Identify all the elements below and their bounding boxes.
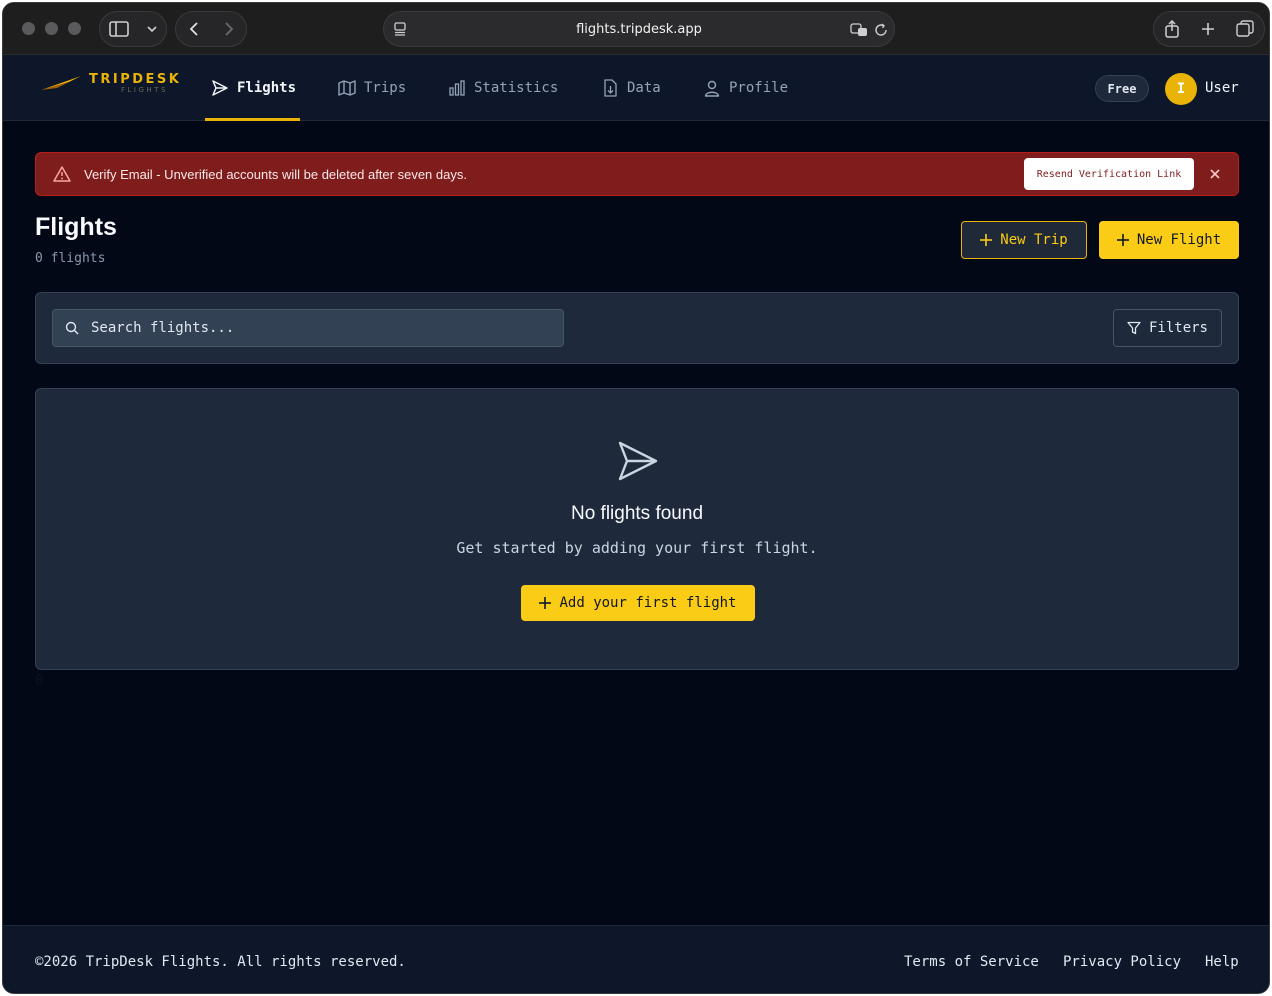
plane-wing-logo-icon — [41, 75, 81, 90]
nav-item-trips[interactable]: Trips — [338, 55, 406, 121]
close-icon[interactable] — [1208, 167, 1222, 181]
window-close-button[interactable] — [22, 22, 35, 35]
avatar[interactable]: I — [1165, 73, 1197, 105]
map-icon — [338, 80, 356, 96]
window-minimize-button[interactable] — [45, 22, 58, 35]
plane-send-icon — [212, 80, 228, 96]
warning-triangle-icon — [53, 166, 71, 182]
plus-icon — [1116, 234, 1129, 246]
stray-text: 0 — [35, 673, 44, 689]
back-arrow-icon[interactable] — [189, 21, 199, 37]
nav-item-label: Profile — [729, 80, 789, 96]
add-first-flight-label: Add your first flight — [559, 595, 737, 611]
nav-item-statistics[interactable]: Statistics — [448, 55, 558, 121]
search-input[interactable] — [91, 310, 551, 346]
active-tab-indicator — [205, 118, 300, 121]
reload-icon[interactable] — [874, 23, 888, 37]
sidebar-icon — [109, 21, 129, 37]
app-navbar: TRIPDESK FLIGHTS Flights Trips Statistic… — [3, 55, 1269, 121]
footer: ©2026 TripDesk Flights. All rights reser… — [3, 925, 1269, 993]
file-download-icon — [604, 79, 617, 97]
nav-item-label: Flights — [237, 80, 297, 96]
page-menu-icon[interactable] — [393, 22, 407, 36]
flight-count: 0 flights — [35, 251, 106, 266]
brand-name: TRIPDESK — [89, 72, 182, 87]
empty-state-title: No flights found — [570, 503, 704, 524]
filters-label: Filters — [1148, 320, 1208, 336]
empty-state-subtitle: Get started by adding your first flight. — [456, 539, 818, 557]
privacy-link[interactable]: Privacy Policy — [1063, 954, 1181, 970]
verify-email-alert: Verify Email - Unverified accounts will … — [35, 152, 1239, 196]
new-trip-label: New Trip — [1000, 232, 1068, 248]
address-bar[interactable]: flights.tripdesk.app — [383, 11, 895, 47]
search-icon — [65, 321, 79, 335]
translate-icon[interactable] — [850, 23, 868, 37]
sidebar-toggle-button[interactable] — [99, 11, 167, 47]
search-field — [52, 309, 564, 347]
plan-badge: Free — [1095, 75, 1149, 102]
url-text: flights.tripdesk.app — [576, 21, 702, 37]
nav-item-flights[interactable]: Flights — [211, 55, 296, 121]
tab-overview-icon[interactable] — [1235, 20, 1254, 38]
copyright-text: ©2026 TripDesk Flights. All rights reser… — [35, 954, 406, 970]
browser-toolbar: flights.tripdesk.app — [3, 3, 1269, 55]
resend-verification-button[interactable]: Resend Verification Link — [1024, 158, 1194, 190]
nav-item-data[interactable]: Data — [601, 55, 661, 121]
share-icon[interactable] — [1164, 20, 1180, 38]
new-trip-button[interactable]: New Trip — [961, 221, 1087, 259]
new-flight-label: New Flight — [1136, 232, 1222, 248]
nav-item-profile[interactable]: Profile — [703, 55, 788, 121]
help-link[interactable]: Help — [1205, 954, 1239, 970]
alert-message: Verify Email - Unverified accounts will … — [84, 167, 467, 182]
filter-funnel-icon — [1127, 321, 1141, 335]
search-panel: Filters — [35, 292, 1239, 364]
page-title: Flights — [35, 213, 117, 241]
nav-item-label: Statistics — [474, 80, 559, 96]
chevron-down-icon — [147, 26, 157, 33]
forward-arrow-icon[interactable] — [224, 21, 234, 37]
browser-actions — [1153, 11, 1265, 47]
window-zoom-button[interactable] — [68, 22, 81, 35]
history-nav — [175, 11, 247, 47]
brand-logo[interactable]: TRIPDESK FLIGHTS — [39, 73, 181, 94]
add-first-flight-button[interactable]: Add your first flight — [521, 585, 755, 621]
bar-chart-icon — [449, 80, 465, 96]
user-name[interactable]: User — [1205, 80, 1239, 96]
browser-window: flights.tripdesk.app TRIPDESK FLIGHTS Fl… — [2, 2, 1270, 994]
brand-subtitle: FLIGHTS — [121, 86, 168, 94]
nav-item-label: Trips — [364, 80, 407, 96]
filters-button[interactable]: Filters — [1113, 309, 1222, 347]
plus-icon — [980, 234, 993, 246]
plus-icon — [539, 597, 552, 609]
new-tab-icon[interactable] — [1201, 22, 1215, 36]
nav-item-label: Data — [627, 80, 661, 96]
user-icon — [704, 80, 720, 97]
plane-send-icon — [618, 441, 658, 481]
terms-link[interactable]: Terms of Service — [904, 954, 1039, 970]
empty-state-card: No flights found Get started by adding y… — [35, 388, 1239, 670]
new-flight-button[interactable]: New Flight — [1099, 221, 1239, 259]
